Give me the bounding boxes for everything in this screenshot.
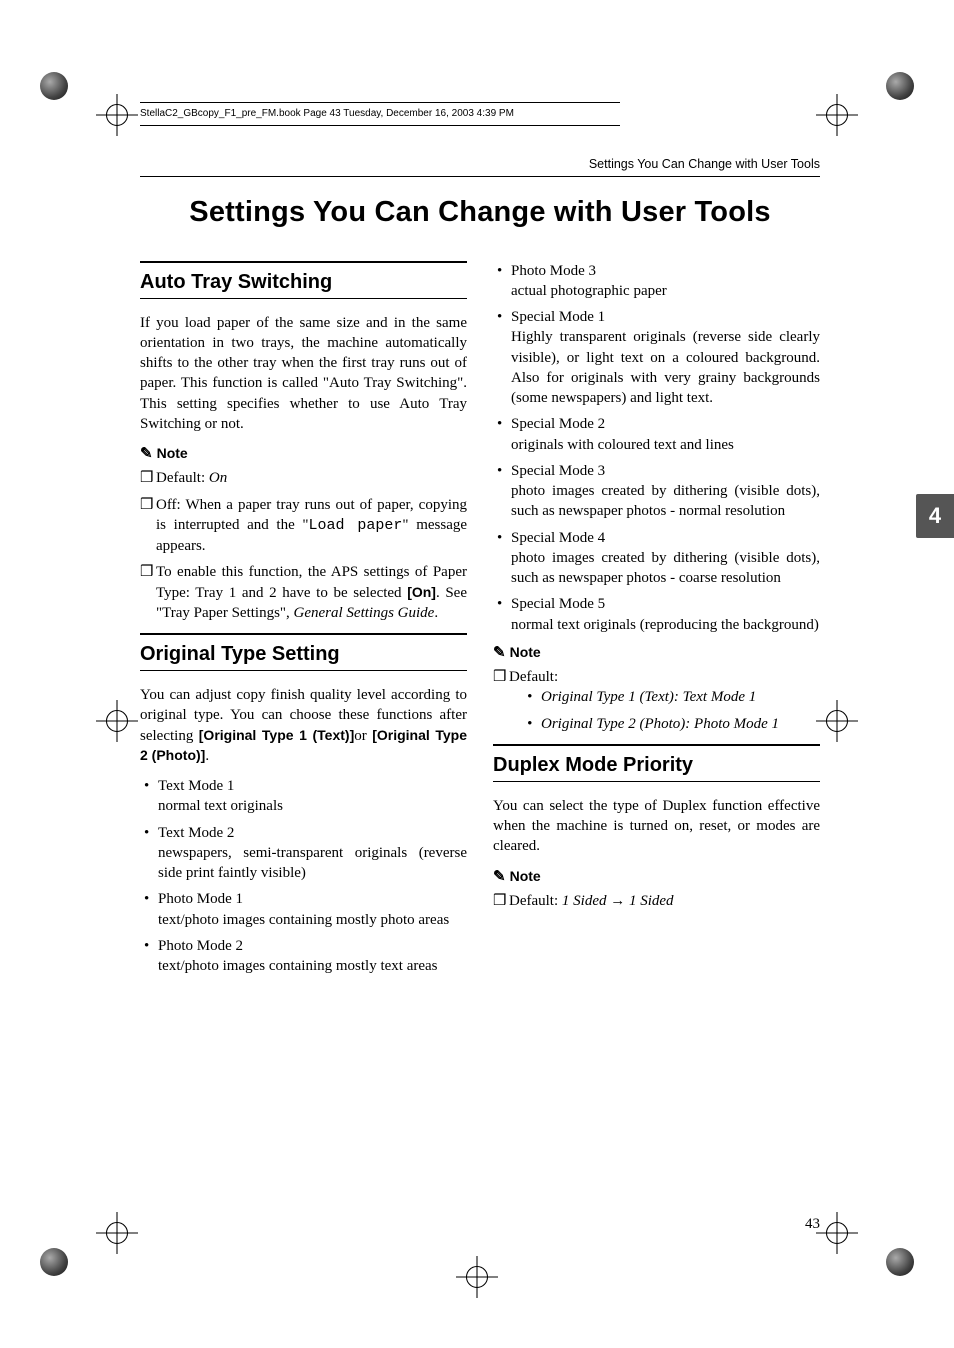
list-item: Special Mode 3photo images created by di…	[511, 461, 820, 522]
crosshair-icon	[816, 94, 858, 136]
book-meta-line: StellaC2_GBcopy_F1_pre_FM.book Page 43 T…	[140, 102, 620, 126]
mode-name: Photo Mode 2	[158, 936, 467, 956]
mode-name: Special Mode 1	[511, 307, 820, 327]
note-value: On	[209, 470, 227, 486]
mode-name: Text Mode 1	[158, 776, 467, 796]
list-item: Photo Mode 3actual photographic paper	[511, 261, 820, 302]
reference-title: General Settings Guide	[294, 605, 435, 621]
section-body: You can adjust copy finish quality level…	[140, 685, 467, 766]
section-body: If you load paper of the same size and i…	[140, 313, 467, 435]
mode-desc: text/photo images containing mostly phot…	[158, 910, 467, 930]
section-original-type-setting: Original Type Setting You can adjust cop…	[140, 633, 467, 976]
list-item: Photo Mode 1text/photo images containing…	[158, 889, 467, 930]
arrow-text: →	[606, 893, 629, 909]
mode-list-right: Photo Mode 3actual photographic paper Sp…	[493, 261, 820, 635]
list-item: Special Mode 1Highly transparent origina…	[511, 307, 820, 408]
list-item: Text Mode 2newspapers, semi-transparent …	[158, 823, 467, 884]
ui-label: [On]	[407, 584, 436, 600]
default-value: 1 Sided	[562, 893, 607, 909]
default-label: Default:	[509, 669, 558, 685]
crosshair-icon	[96, 1212, 138, 1254]
note-item: Default: On	[156, 468, 467, 488]
list-item: Photo Mode 2text/photo images containing…	[158, 936, 467, 977]
default-value: 1 Sided	[629, 893, 674, 909]
running-head: Settings You Can Change with User Tools	[140, 156, 820, 178]
print-registration-circle	[40, 1248, 68, 1276]
list-item: Text Mode 1normal text originals	[158, 776, 467, 817]
print-registration-circle	[40, 72, 68, 100]
ui-label: [Original Type 1 (Text)]	[199, 727, 354, 743]
note-item: Default: 1 Sided → 1 Sided	[509, 891, 820, 911]
note-heading: Note	[493, 867, 820, 887]
mode-name: Photo Mode 1	[158, 889, 467, 909]
section-title: Duplex Mode Priority	[493, 744, 820, 782]
print-registration-circle	[886, 72, 914, 100]
list-item: Special Mode 5normal text originals (rep…	[511, 594, 820, 635]
section-duplex-mode-priority: Duplex Mode Priority You can select the …	[493, 744, 820, 911]
note-heading: Note	[493, 643, 820, 663]
crosshair-icon	[816, 700, 858, 742]
mode-desc: text/photo images containing mostly text…	[158, 956, 467, 976]
mode-name: Special Mode 4	[511, 528, 820, 548]
note-text: .	[434, 605, 438, 621]
crosshair-icon	[96, 700, 138, 742]
default-sublist: Original Type 1 (Text): Text Mode 1 Orig…	[509, 687, 820, 734]
page-title: Settings You Can Change with User Tools	[140, 193, 820, 232]
mode-desc: originals with coloured text and lines	[511, 435, 820, 455]
text: or	[354, 728, 372, 744]
crosshair-icon	[96, 94, 138, 136]
section-title: Auto Tray Switching	[140, 261, 467, 299]
default-label: Default:	[509, 893, 562, 909]
mode-name: Special Mode 3	[511, 461, 820, 481]
note-item: Default: Original Type 1 (Text): Text Mo…	[509, 667, 820, 734]
section-body: You can select the type of Duplex functi…	[493, 796, 820, 857]
mode-name: Special Mode 2	[511, 414, 820, 434]
mode-desc: newspapers, semi-transparent originals (…	[158, 843, 467, 884]
page-content: StellaC2_GBcopy_F1_pre_FM.book Page 43 T…	[140, 90, 820, 1228]
mode-name: Text Mode 2	[158, 823, 467, 843]
mode-name: Photo Mode 3	[511, 261, 820, 281]
note-text: Default:	[156, 470, 209, 486]
mode-name: Special Mode 5	[511, 594, 820, 614]
list-item: Special Mode 2originals with coloured te…	[511, 414, 820, 455]
section-auto-tray-switching: Auto Tray Switching If you load paper of…	[140, 261, 467, 624]
note-item: Off: When a paper tray runs out of paper…	[156, 495, 467, 557]
note-code: Load paper	[309, 517, 403, 534]
body-columns: Auto Tray Switching If you load paper of…	[140, 261, 820, 977]
mode-desc: actual photographic paper	[511, 281, 820, 301]
mode-desc: normal text originals	[158, 796, 467, 816]
section-title: Original Type Setting	[140, 633, 467, 671]
note-heading: Note	[140, 444, 467, 464]
page-number: 43	[805, 1214, 820, 1234]
note-list: Default: On Off: When a paper tray runs …	[140, 468, 467, 623]
list-item: Special Mode 4photo images created by di…	[511, 528, 820, 589]
print-registration-circle	[886, 1248, 914, 1276]
note-list: Default: Original Type 1 (Text): Text Mo…	[493, 667, 820, 734]
crosshair-icon	[456, 1256, 498, 1298]
crosshair-icon	[816, 1212, 858, 1254]
mode-desc: Highly transparent originals (reverse si…	[511, 327, 820, 408]
note-item: To enable this function, the APS setting…	[156, 562, 467, 623]
text: .	[205, 748, 209, 764]
mode-list-left: Text Mode 1normal text originals Text Mo…	[140, 776, 467, 976]
default-value: Original Type 2 (Photo): Photo Mode 1	[541, 714, 820, 734]
mode-desc: normal text originals (reproducing the b…	[511, 615, 820, 635]
note-list: Default: 1 Sided → 1 Sided	[493, 891, 820, 911]
mode-desc: photo images created by dithering (visib…	[511, 548, 820, 589]
default-value: Original Type 1 (Text): Text Mode 1	[541, 687, 820, 707]
chapter-thumb-tab: 4	[916, 494, 954, 538]
mode-desc: photo images created by dithering (visib…	[511, 481, 820, 522]
